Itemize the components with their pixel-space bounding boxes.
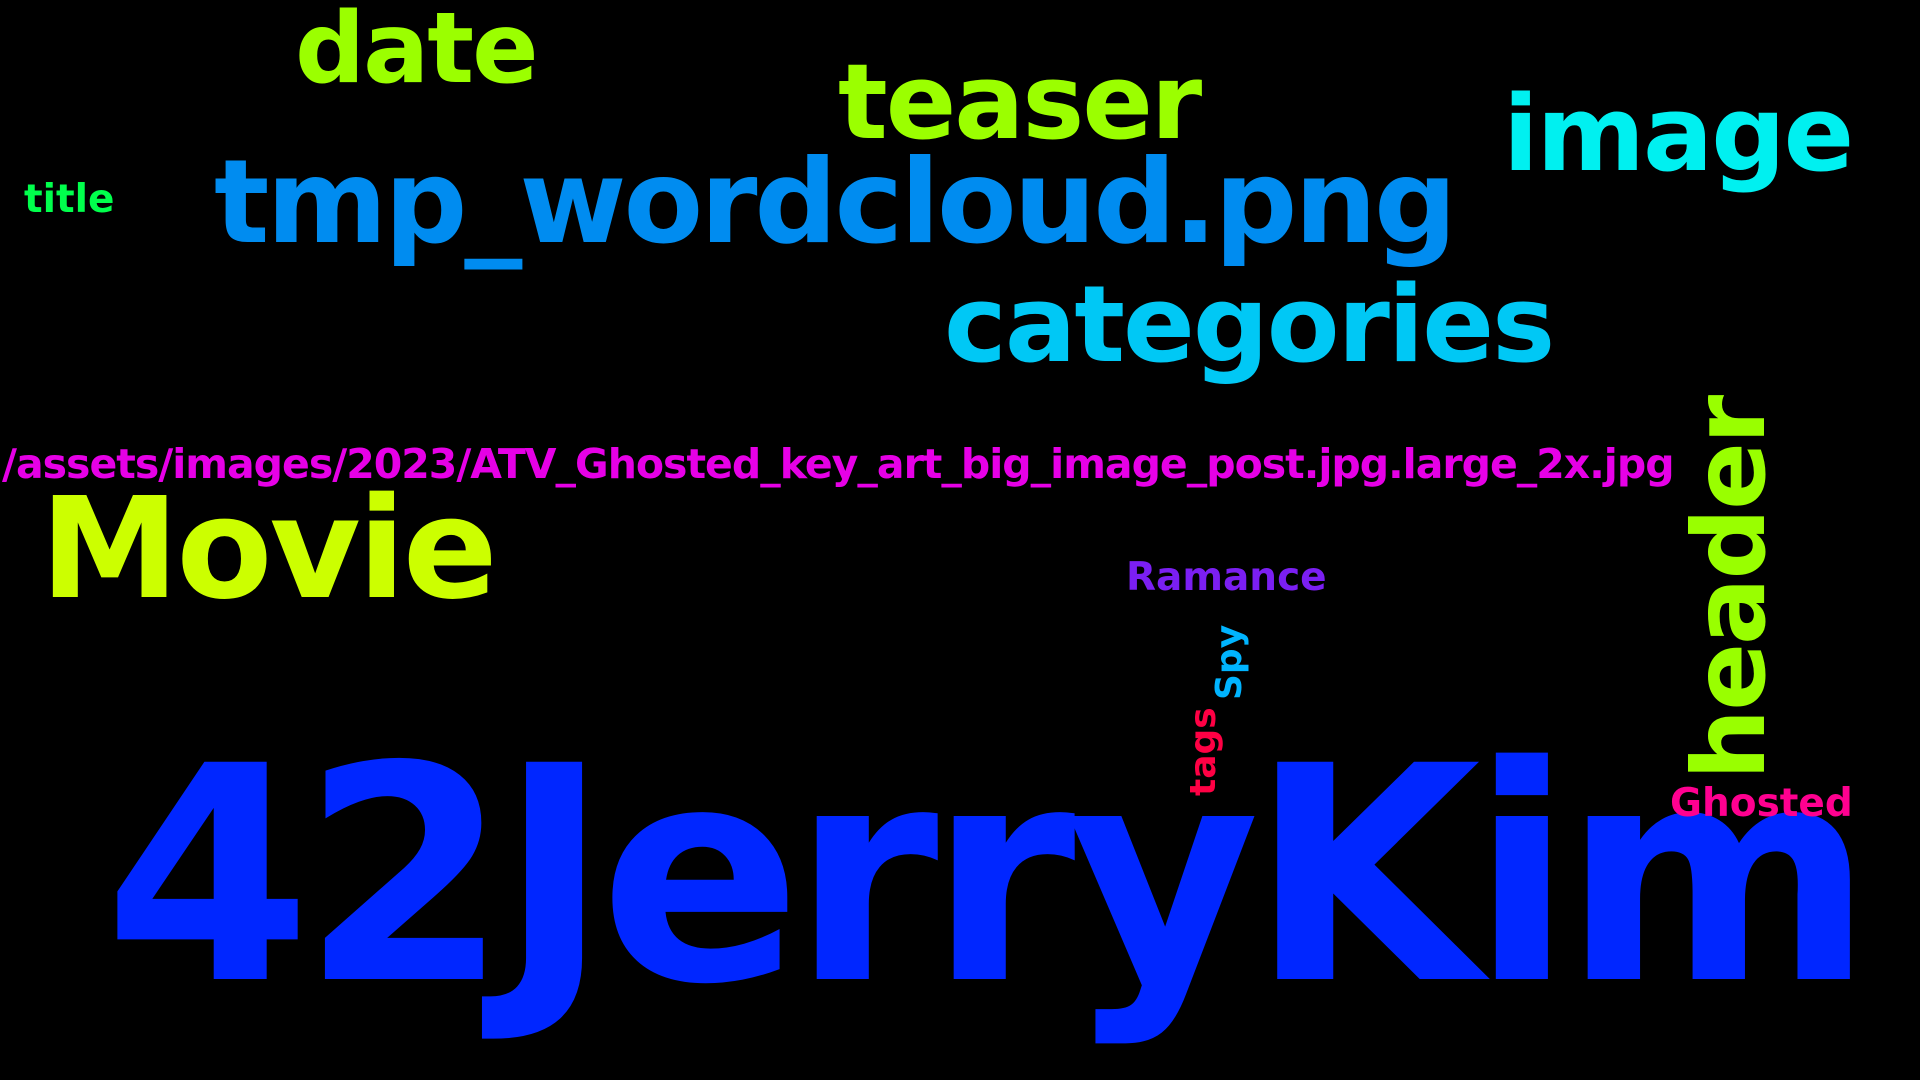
word-spy: Spy bbox=[1209, 624, 1250, 700]
word-tmp-wordcloud-png: tmp_wordcloud.png bbox=[214, 135, 1457, 270]
word-ghosted: Ghosted bbox=[1670, 781, 1853, 826]
word-42jerrykim: 42JerryKim bbox=[104, 703, 1873, 1050]
word-categories: categories bbox=[944, 263, 1555, 386]
word-ramance: Ramance bbox=[1126, 555, 1327, 600]
word-movie: Movie bbox=[40, 468, 498, 631]
word-date: date bbox=[295, 0, 539, 106]
word-cloud-canvas: 42JerryKim tmp_wordcloud.png Movie categ… bbox=[0, 0, 1920, 1080]
word-tags: tags bbox=[1183, 707, 1224, 796]
word-asset-path: /assets/images/2023/ATV_Ghosted_key_art_… bbox=[2, 440, 1675, 488]
word-title: title bbox=[24, 177, 115, 222]
word-teaser: teaser bbox=[838, 41, 1202, 163]
word-image: image bbox=[1503, 73, 1854, 195]
word-header: header bbox=[1671, 396, 1788, 780]
